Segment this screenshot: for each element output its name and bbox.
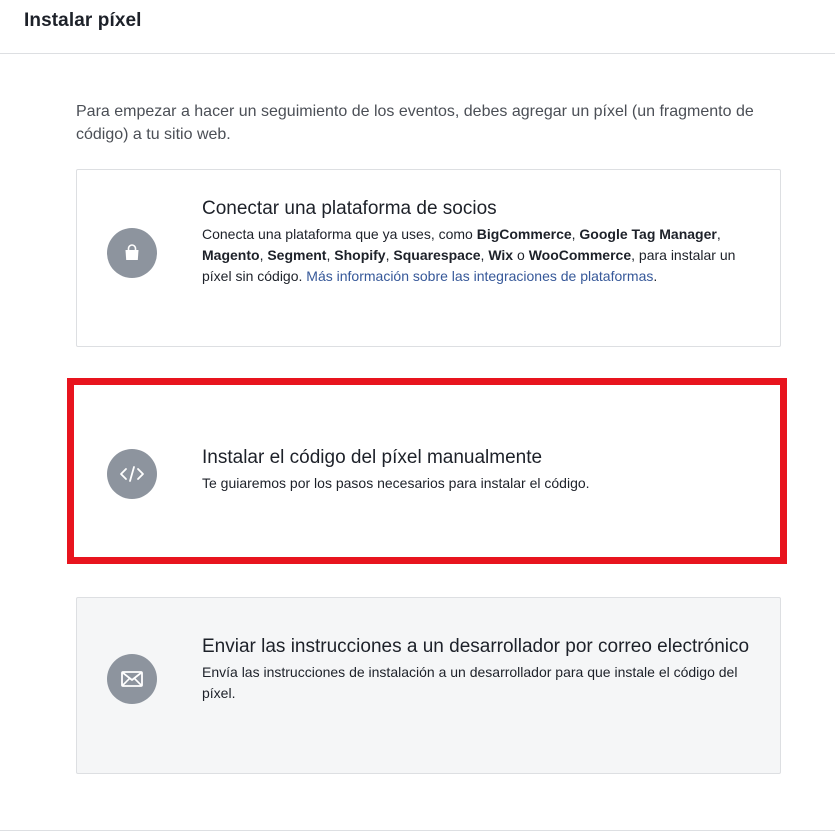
platform-name: Google Tag Manager	[579, 226, 717, 242]
desc-text: .	[653, 268, 658, 284]
install-code-manually-option[interactable]: Instalar el código del píxel manualmente…	[76, 398, 781, 548]
dialog-header: Instalar píxel	[0, 0, 835, 54]
envelope-icon	[107, 654, 157, 704]
connect-partner-platform-option[interactable]: Conectar una plataforma de socios Conect…	[76, 169, 781, 347]
platform-name: WooCommerce	[528, 247, 632, 263]
desc-text: ,	[716, 226, 721, 242]
option-body: Conectar una plataforma de socios Conect…	[202, 198, 750, 287]
email-instructions-option[interactable]: Enviar las instrucciones a un desarrolla…	[76, 597, 781, 774]
platform-name: Segment	[267, 247, 327, 263]
platform-name: BigCommerce	[476, 226, 572, 242]
option-description: Envía las instrucciones de instalación a…	[202, 664, 738, 701]
option-title: Instalar el código del píxel manualmente	[202, 447, 543, 468]
option-title: Conectar una plataforma de socios	[202, 198, 497, 219]
platform-name: Shopify	[334, 247, 386, 263]
dialog-title: Instalar píxel	[24, 10, 142, 31]
footer-divider	[0, 830, 835, 831]
code-icon	[107, 449, 157, 499]
desc-text: o	[513, 247, 529, 263]
desc-text: Conecta una plataforma que ya uses, como	[202, 226, 477, 242]
option-description: Conecta una plataforma que ya uses, como…	[202, 224, 750, 287]
platform-integrations-link[interactable]: Más información sobre las integraciones …	[306, 268, 653, 284]
shopping-bag-icon	[107, 228, 157, 278]
install-pixel-dialog: Instalar píxel Para empezar a hacer un s…	[0, 0, 835, 833]
option-description: Te guiaremos por los pasos necesarios pa…	[202, 475, 590, 491]
option-title: Enviar las instrucciones a un desarrolla…	[202, 636, 750, 657]
platform-name: Magento	[202, 247, 260, 263]
intro-text: Para empezar a hacer un seguimiento de l…	[76, 103, 754, 143]
platform-name: Wix	[488, 247, 514, 263]
platform-name: Squarespace	[393, 247, 481, 263]
option-body: Enviar las instrucciones a un desarrolla…	[202, 636, 750, 704]
option-body: Instalar el código del píxel manualmente…	[202, 447, 750, 494]
